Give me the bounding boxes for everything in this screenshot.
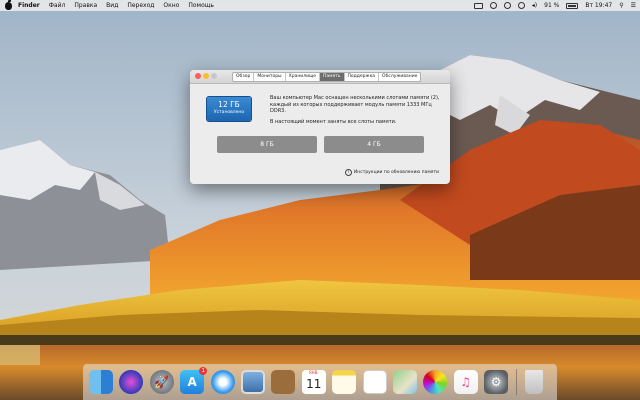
upgrade-instructions-link[interactable]: ? Инструкции по обновлению памяти [344,169,439,176]
notes-icon[interactable] [332,370,357,394]
desktop [0,0,640,400]
battery-percent: 91 % [544,2,560,9]
menu-window[interactable]: Окно [163,2,179,9]
memory-total: 12 ГБ [218,100,240,109]
memory-panel: 12 ГБ Установлено Ваш компьютер Mac осна… [190,84,450,184]
memory-description-occupied: В настоящий момент заняты все слоты памя… [270,118,397,125]
bluetooth-icon[interactable] [503,2,511,9]
zoom-button[interactable] [211,73,217,79]
airplay-icon[interactable] [473,2,483,9]
about-this-mac-window: Обзор Мониторы Хранилище Память Поддержк… [190,70,450,184]
menu-app-name[interactable]: Finder [18,2,40,9]
finder-icon[interactable] [89,370,113,394]
memory-status: Установлено [213,110,245,115]
menu-view[interactable]: Вид [106,2,118,9]
tab-service[interactable]: Обслуживание [379,73,420,81]
tab-support[interactable]: Поддержка [345,73,380,81]
calendar-day: 11 [306,377,322,391]
tab-bar: Обзор Мониторы Хранилище Память Поддержк… [232,72,422,82]
volume-icon[interactable]: ◂) [532,2,537,9]
menu-go[interactable]: Переход [127,2,154,9]
reminders-icon[interactable] [362,370,387,394]
apple-menu-icon[interactable] [5,0,12,10]
menu-file[interactable]: Файл [49,2,66,9]
menu-help[interactable]: Помощь [188,2,214,9]
tab-displays[interactable]: Мониторы [254,73,286,81]
siri-icon[interactable] [119,370,144,394]
system-preferences-icon[interactable]: ⚙ [484,370,509,394]
notes-book-icon[interactable] [271,370,296,394]
memory-slot-2: 4 ГБ [324,136,424,153]
preview-icon[interactable] [240,370,265,394]
dock: 🚀 A 1 ЯНВ. 11 ♫ ⚙ [83,364,557,400]
launchpad-icon[interactable]: 🚀 [149,370,174,394]
memory-description-slots: Ваш компьютер Mac оснащен несколькими сл… [270,95,440,114]
photos-icon[interactable] [423,370,448,394]
spotlight-icon[interactable]: ⚲ [619,2,623,9]
tab-overview[interactable]: Обзор [233,73,255,81]
title-bar: Обзор Мониторы Хранилище Память Поддержк… [190,70,450,84]
dock-separator [516,369,518,395]
help-icon: ? [344,169,352,176]
memory-slot-1: 8 ГБ [217,136,317,153]
app-store-icon[interactable]: A 1 [180,367,208,394]
trash-icon[interactable] [525,370,544,394]
status-area: ◂) 91 % Вт 19:47 ⚲ ☰ [467,0,636,11]
wallpaper [0,0,640,400]
menu-edit[interactable]: Правка [74,2,97,9]
calendar-icon[interactable]: ЯНВ. 11 [301,370,326,394]
battery-icon[interactable] [566,2,579,9]
minimize-button[interactable] [203,73,209,79]
menu-bar: Finder Файл Правка Вид Переход Окно Помо… [0,0,640,11]
wifi-icon[interactable] [517,2,525,9]
upgrade-instructions-label: Инструкции по обновлению памяти [353,170,439,175]
time-machine-icon[interactable] [489,2,497,9]
safari-icon[interactable] [210,370,235,394]
tab-memory[interactable]: Память [320,73,345,81]
list-icon[interactable]: ☰ [631,2,636,9]
music-icon[interactable]: ♫ [453,370,478,394]
close-button[interactable] [195,73,201,79]
clock[interactable]: Вт 19:47 [585,2,612,9]
maps-icon[interactable] [392,370,417,394]
app-store-badge: 1 [199,367,208,375]
memory-total-badge: 12 ГБ Установлено [207,97,251,121]
memory-description: Ваш компьютер Mac оснащен несколькими сл… [270,95,445,129]
tab-storage[interactable]: Хранилище [286,73,320,81]
